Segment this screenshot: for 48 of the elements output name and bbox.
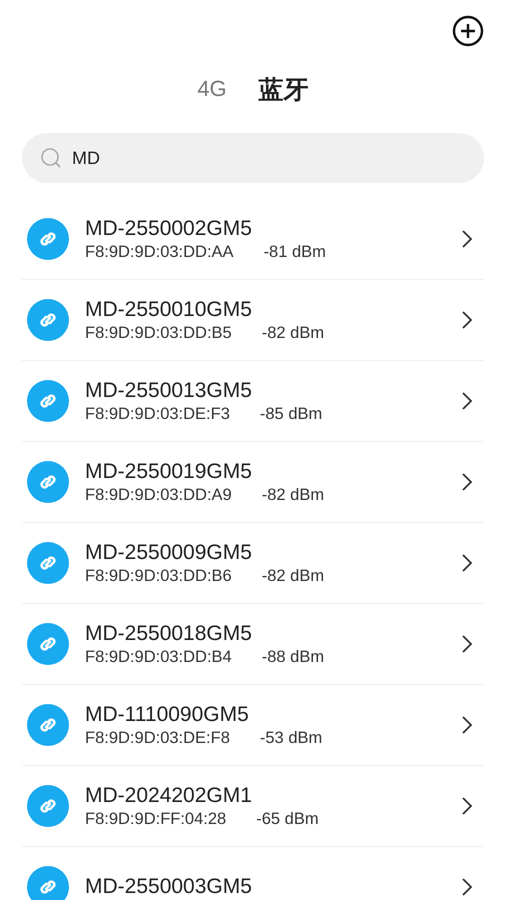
chevron-right-icon[interactable] (460, 309, 474, 331)
mac-address: F8:9D:9D:03:DD:A9 (85, 486, 232, 504)
link-icon (27, 785, 69, 827)
device-name: MD-2024202GM1 (85, 784, 253, 808)
signal-strength: -81 dBm (264, 242, 326, 262)
mac-address: F8:9D:9D:03:DE:F3 (85, 404, 230, 424)
signal-strength: -88 dBm (262, 648, 324, 666)
signal-strength: -82 dBm (262, 566, 324, 586)
tab[interactable]: 4G (197, 76, 227, 102)
mac-address: F8:9D:9D:03:DD:B5 (85, 324, 232, 342)
mac-address: F8:9D:9D:FF:04:28 (85, 810, 226, 828)
mac-address: F8:9D:9D:03:DD:B6 (85, 566, 232, 586)
link-icon (27, 866, 69, 900)
chevron-right-icon[interactable] (460, 228, 474, 250)
mac-address: F8:9D:9D:03:DD:B4 (85, 648, 232, 666)
link-icon (27, 623, 69, 665)
signal-strength: -82 dBm (262, 486, 324, 504)
link-icon (27, 542, 69, 584)
mac-address: F8:9D:9D:03:DD:AA (85, 242, 234, 262)
link-icon (27, 380, 69, 422)
chevron-right-icon[interactable] (460, 471, 474, 493)
device-name: MD-2550018GM5 (85, 622, 253, 646)
chevron-right-icon[interactable] (460, 552, 474, 574)
signal-strength: -53 dBm (260, 728, 322, 748)
device-name: MD-1110090GM5 (85, 702, 250, 726)
tab[interactable]: 蓝牙 (258, 72, 309, 106)
add-icon[interactable] (452, 15, 484, 47)
device-name: MD-2550019GM5 (85, 460, 253, 484)
chevron-right-icon[interactable] (460, 876, 474, 898)
search-field[interactable]: MD (22, 133, 484, 183)
signal-strength: -82 dBm (262, 324, 324, 342)
signal-strength: -65 dBm (256, 810, 319, 828)
device-name: MD-2550009GM5 (85, 540, 253, 564)
chevron-right-icon[interactable] (460, 390, 474, 412)
link-icon (27, 218, 69, 260)
device-name: MD-2550002GM5 (85, 216, 253, 240)
chevron-right-icon[interactable] (460, 795, 474, 817)
device-name: MD-2550010GM5 (85, 298, 253, 322)
mac-address: F8:9D:9D:03:DE:F8 (85, 728, 230, 748)
link-icon (27, 299, 69, 341)
link-icon (27, 704, 69, 746)
device-name: MD-2550003GM5 (85, 875, 253, 899)
search-icon (40, 147, 62, 169)
chevron-right-icon[interactable] (460, 633, 474, 655)
device-name: MD-2550013GM5 (85, 378, 253, 402)
link-icon (27, 461, 69, 503)
chevron-right-icon[interactable] (460, 714, 474, 736)
signal-strength: -85 dBm (260, 404, 322, 424)
